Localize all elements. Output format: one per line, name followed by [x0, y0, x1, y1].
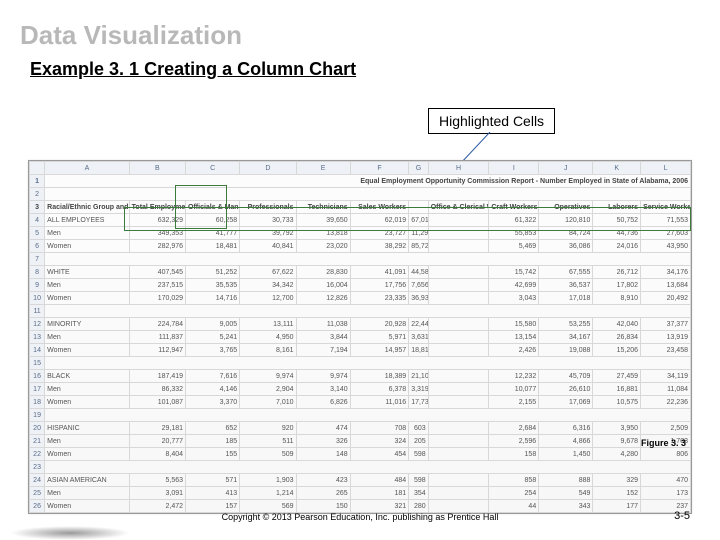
page-number: 3-5	[674, 510, 690, 522]
table-row: 20HISPANIC29,1816529204747086032,6846,31…	[30, 422, 691, 435]
table-row: 26Women2,47215756915032128044343177237	[30, 500, 691, 513]
table-row: 24ASIAN AMERICAN5,5635711,90342348459885…	[30, 474, 691, 487]
table-row: 7	[30, 253, 691, 266]
table-row: 12MINORITY224,7849,00513,11111,03820,928…	[30, 318, 691, 331]
table-row: 15	[30, 357, 691, 370]
column-headers-row: 3 Racial/Ethnic Group and Gender Total E…	[30, 201, 691, 214]
report-title-row: 1 Equal Employment Opportunity Commissio…	[30, 175, 691, 188]
table-row: 11	[30, 305, 691, 318]
table-row: 25Men3,0914131,214265181354254549152173	[30, 487, 691, 500]
table-row: 10Women170,02914,71612,70012,82623,33536…	[30, 292, 691, 305]
spreadsheet-table: ABCDEFGHIJKL 1 Equal Employment Opportun…	[29, 161, 691, 513]
table-row: 9Men237,51535,53534,34216,00417,7567,656…	[30, 279, 691, 292]
callout-highlighted-cells: Highlighted Cells	[428, 108, 555, 134]
col-header-row: ABCDEFGHIJKL	[30, 162, 691, 175]
page-title: Data Visualization	[0, 0, 720, 51]
table-row: 14Women112,9473,7658,1617,19414,95718,81…	[30, 344, 691, 357]
table-row: 18Women101,0873,3707,0106,82611,01617,73…	[30, 396, 691, 409]
table-row: 21Men20,7771855113263242052,5964,8669,67…	[30, 435, 691, 448]
copyright-text: Copyright © 2013 Pearson Education, Inc.…	[0, 512, 720, 522]
slide-shadow	[10, 526, 130, 540]
table-row: 6Women282,97618,48140,84123,02038,29285,…	[30, 240, 691, 253]
spreadsheet-figure: ABCDEFGHIJKL 1 Equal Employment Opportun…	[28, 160, 692, 514]
figure-caption: Figure 3. 3	[641, 438, 686, 448]
table-row: 22Women8,4041555091484545981581,4504,280…	[30, 448, 691, 461]
table-row: 16BLACK187,4197,6169,9749,97418,38921,10…	[30, 370, 691, 383]
table-row: 19	[30, 409, 691, 422]
example-subtitle: Example 3. 1 Creating a Column Chart	[0, 51, 720, 80]
table-row: 4ALL EMPLOYEES632,32960,25830,73339,6506…	[30, 214, 691, 227]
table-row: 17Men86,3324,1462,9043,1406,3783,31910,0…	[30, 383, 691, 396]
blank-row: 2	[30, 188, 691, 201]
table-row: 8WHITE407,54551,25267,62228,83041,09144,…	[30, 266, 691, 279]
table-row: 23	[30, 461, 691, 474]
table-row: 5Men349,35341,77739,79213,81823,72711,29…	[30, 227, 691, 240]
table-row: 13Men111,8375,2414,9503,8445,9713,63113,…	[30, 331, 691, 344]
